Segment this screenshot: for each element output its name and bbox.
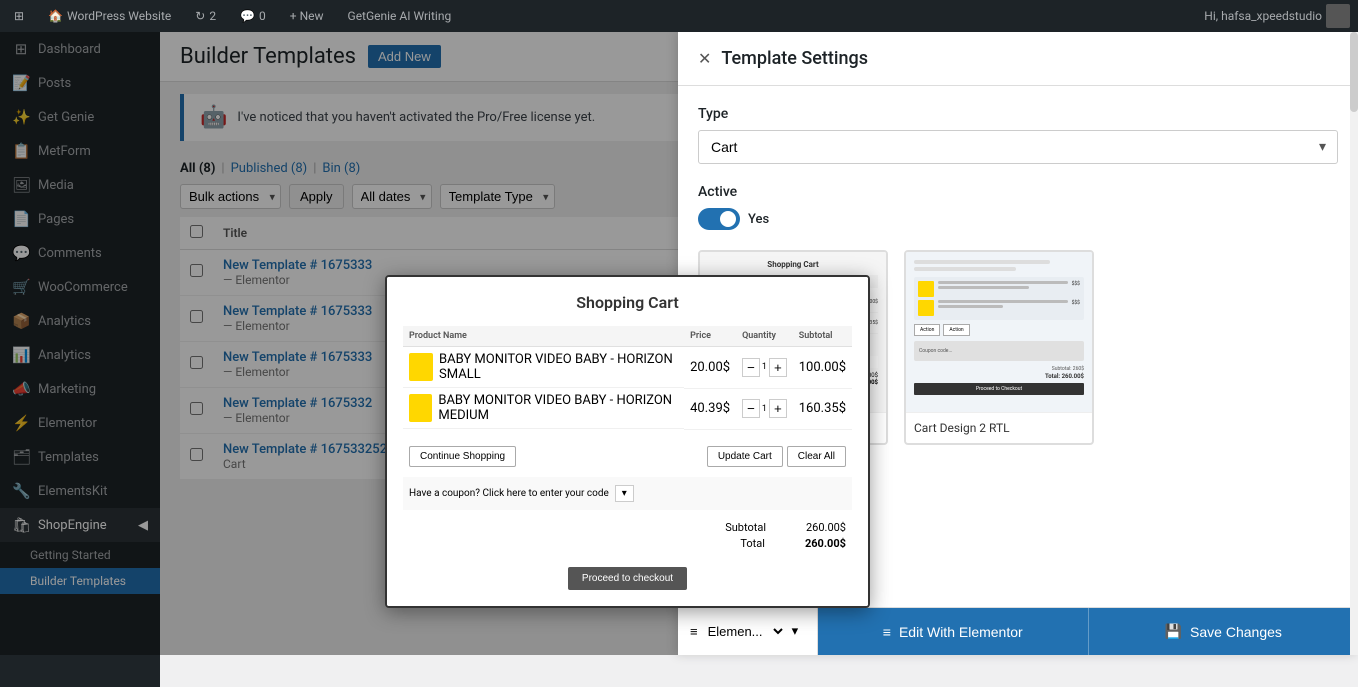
editor-icon: ≡ xyxy=(690,624,698,640)
user-greeting: Hi, hafsa_xpeedstudio xyxy=(1204,9,1322,23)
admin-bar-comments[interactable]: 💬 0 xyxy=(234,0,272,32)
edit-icon: ≡ xyxy=(883,624,891,640)
cart-preview-popup: Shopping Cart Product Name Price Quantit… xyxy=(385,275,870,608)
qty-plus-1[interactable]: + xyxy=(769,358,787,377)
active-field: Active Yes xyxy=(698,184,1338,230)
preview-cart-table: Product Name Price Quantity Subtotal BAB… xyxy=(403,326,852,430)
preview-title: Shopping Cart xyxy=(403,293,852,312)
edit-label: Edit With Elementor xyxy=(899,624,1023,640)
qty-plus-2[interactable]: + xyxy=(769,399,787,418)
save-label: Save Changes xyxy=(1190,624,1282,640)
editor-chevron-icon: ▾ xyxy=(792,624,799,639)
scrollbar-track xyxy=(1350,32,1358,655)
admin-bar-plugin[interactable]: GetGenie AI Writing xyxy=(342,0,458,32)
settings-header: ✕ Template Settings xyxy=(678,32,1358,86)
product-qty-1: − 1 + xyxy=(736,347,793,389)
preview-col-price: Price xyxy=(684,326,736,347)
qty-minus-1[interactable]: − xyxy=(742,358,760,377)
admin-bar-new[interactable]: + New xyxy=(284,0,330,32)
thumbnail-card-2[interactable]: $$$ $$$ Ac xyxy=(904,250,1094,445)
product-subtotal-2: 160.35$ xyxy=(793,388,852,429)
coupon-label: Have a coupon? Click here to enter your … xyxy=(409,488,609,499)
editor-select[interactable]: Elemen... Elementor Gutenberg xyxy=(704,623,786,640)
preview-col-subtotal: Subtotal xyxy=(793,326,852,347)
product-name-1: BABY MONITOR VIDEO BABY - HORIZON SMALL xyxy=(439,352,678,382)
updates-count: 2 xyxy=(209,9,216,23)
settings-close-button[interactable]: ✕ xyxy=(698,49,711,68)
total-label: Total xyxy=(740,537,765,550)
editor-select-wrap: ≡ Elemen... Elementor Gutenberg ▾ xyxy=(678,608,818,655)
thumbnail-name-2: Cart Design 2 RTL xyxy=(914,421,1010,435)
product-qty-2: − 1 + xyxy=(736,388,793,429)
admin-bar-user[interactable]: Hi, hafsa_xpeedstudio xyxy=(1204,4,1350,28)
plugin-name: GetGenie AI Writing xyxy=(348,9,452,23)
product-img-1 xyxy=(409,353,433,381)
product-subtotal-1: 100.00$ xyxy=(793,347,852,389)
preview-coupon-section: Have a coupon? Click here to enter your … xyxy=(403,477,852,510)
thumbnail-img-2: $$$ $$$ Ac xyxy=(906,252,1092,412)
wp-logo-icon: ⊞ xyxy=(14,9,24,23)
product-price-2: 40.39$ xyxy=(684,388,736,429)
total-value: 260.00$ xyxy=(805,537,846,550)
preview-item-1: BABY MONITOR VIDEO BABY - HORIZON SMALL … xyxy=(403,347,852,389)
subtotal-label: Subtotal xyxy=(725,521,766,534)
proceed-checkout-button[interactable]: Proceed to checkout xyxy=(568,567,687,590)
active-toggle[interactable] xyxy=(698,208,740,230)
update-cart-button[interactable]: Update Cart xyxy=(707,446,783,467)
preview-cart-actions: Continue Shopping Update Cart Clear All xyxy=(403,436,852,477)
updates-icon: ↻ xyxy=(195,9,205,23)
new-label: + New xyxy=(290,9,324,23)
toggle-wrap: Yes xyxy=(698,208,1338,230)
product-img-2 xyxy=(409,394,432,422)
active-label: Active xyxy=(698,184,1338,200)
site-name: WordPress Website xyxy=(67,9,171,23)
subtotal-value: 260.00$ xyxy=(806,521,846,534)
comments-icon: 💬 xyxy=(240,9,255,23)
user-avatar xyxy=(1326,4,1350,28)
continue-shopping-button[interactable]: Continue Shopping xyxy=(409,446,516,467)
comments-count: 0 xyxy=(259,9,266,23)
product-price-1: 20.00$ xyxy=(684,347,736,389)
active-value-label: Yes xyxy=(748,212,769,227)
edit-with-elementor-button[interactable]: ≡ Edit With Elementor xyxy=(818,608,1088,655)
admin-bar: ⊞ 🏠 WordPress Website ↻ 2 💬 0 + New GetG… xyxy=(0,0,1358,32)
coupon-toggle-button[interactable]: ▾ xyxy=(615,485,634,502)
product-name-2: BABY MONITOR VIDEO BABY - HORIZON MEDIUM xyxy=(438,393,678,423)
clear-all-button[interactable]: Clear All xyxy=(787,446,846,467)
settings-footer: ≡ Elemen... Elementor Gutenberg ▾ ≡ Edit… xyxy=(678,607,1358,655)
admin-bar-updates[interactable]: ↻ 2 xyxy=(189,0,222,32)
admin-bar-logo[interactable]: ⊞ xyxy=(8,0,30,32)
save-changes-button[interactable]: 💾 Save Changes xyxy=(1088,608,1358,655)
preview-item-2: BABY MONITOR VIDEO BABY - HORIZON MEDIUM… xyxy=(403,388,852,429)
save-icon: 💾 xyxy=(1165,623,1182,640)
type-field: Type Cart Checkout Single Product Shop M… xyxy=(698,106,1338,164)
preview-col-qty: Quantity xyxy=(736,326,793,347)
type-select[interactable]: Cart Checkout Single Product Shop My Acc… xyxy=(698,130,1338,164)
thumbnail-footer-2: Cart Design 2 RTL xyxy=(906,412,1092,443)
preview-totals: Subtotal 260.00$ Total 260.00$ xyxy=(403,510,852,561)
site-icon: 🏠 xyxy=(48,9,63,23)
qty-minus-2[interactable]: − xyxy=(742,399,760,418)
type-label: Type xyxy=(698,106,1338,122)
admin-bar-site[interactable]: 🏠 WordPress Website xyxy=(42,0,177,32)
preview-col-product: Product Name xyxy=(403,326,684,347)
type-select-wrap: Cart Checkout Single Product Shop My Acc… xyxy=(698,130,1338,164)
toggle-slider xyxy=(698,208,740,230)
settings-title: Template Settings xyxy=(721,48,868,69)
scrollbar-thumb[interactable] xyxy=(1350,32,1358,112)
